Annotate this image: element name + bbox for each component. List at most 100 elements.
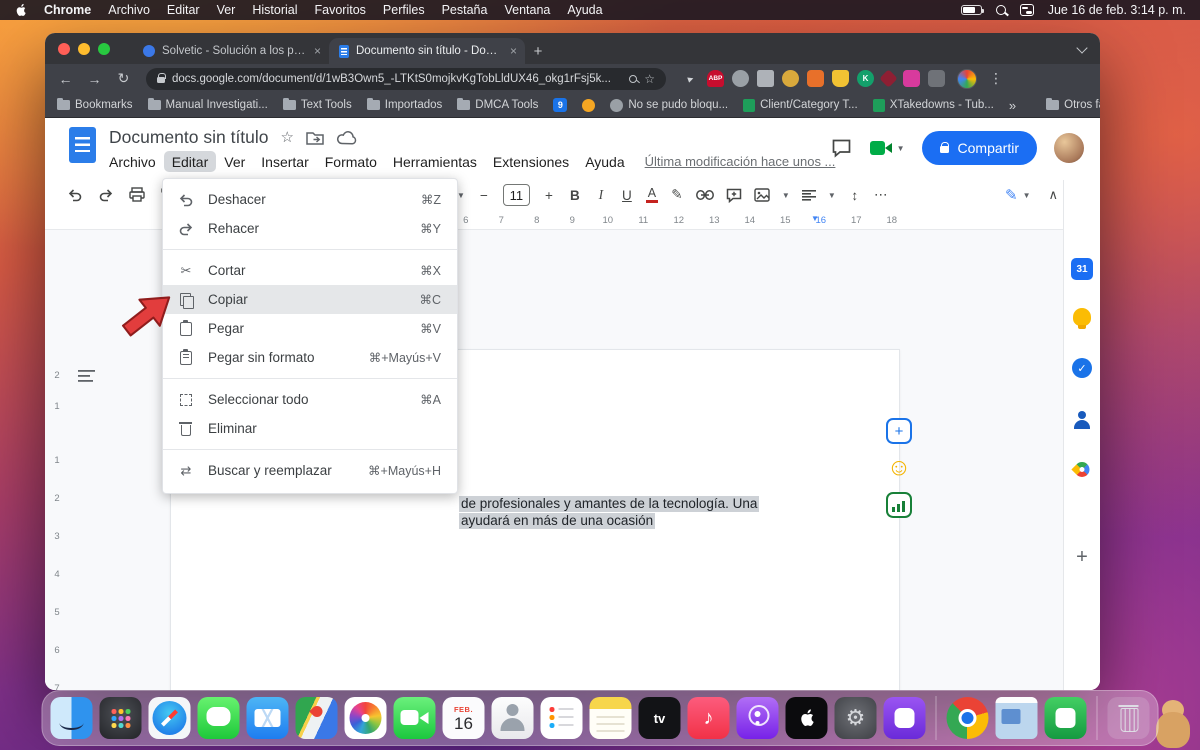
maps-panel-icon[interactable] <box>1071 458 1093 481</box>
document-title[interactable]: Documento sin título <box>109 127 269 148</box>
toolbar-more-button[interactable]: ⋯ <box>874 187 888 203</box>
close-window-button[interactable] <box>58 42 70 55</box>
menu-item-eliminar[interactable]: Eliminar <box>163 414 457 443</box>
dock-chrome[interactable] <box>946 697 989 739</box>
zoom-window-button[interactable] <box>98 42 110 55</box>
dock-messages[interactable] <box>197 697 240 739</box>
dock-photos[interactable] <box>344 697 387 739</box>
menubar-item-ventana[interactable]: Ventana <box>504 3 550 17</box>
dock-contacts[interactable] <box>491 697 534 739</box>
extension-icon[interactable] <box>879 69 898 88</box>
extension-shield-icon[interactable] <box>832 70 849 87</box>
menu-item-cortar[interactable]: ✂ Cortar ⌘X <box>163 256 457 285</box>
menubar-item-favoritos[interactable]: Favoritos <box>315 3 366 17</box>
bookmark-bookmarks[interactable]: Bookmarks <box>57 97 133 111</box>
menu-item-seleccionar-todo[interactable]: Seleccionar todo ⌘A <box>163 385 457 414</box>
menu-item-deshacer[interactable]: Deshacer ⌘Z <box>163 185 457 214</box>
contacts-panel-icon[interactable] <box>1072 410 1092 430</box>
docs-menu-herramientas[interactable]: Herramientas <box>385 151 485 172</box>
underline-button[interactable]: U <box>620 188 634 203</box>
insert-link-icon[interactable] <box>695 190 714 200</box>
address-bar[interactable]: docs.google.com/document/d/1wB3Own5_-LTK… <box>146 67 666 90</box>
back-button[interactable]: ← <box>53 66 78 91</box>
docs-profile-avatar[interactable] <box>1054 133 1084 163</box>
zoom-icon[interactable] <box>629 74 638 83</box>
menu-item-pegar[interactable]: Pegar ⌘V <box>163 314 457 343</box>
dock-minimized-window[interactable] <box>995 697 1038 739</box>
menubar-clock[interactable]: Jue 16 de feb. 3:14 p. m. <box>1048 3 1186 17</box>
calendar-panel-icon[interactable]: 31 <box>1071 258 1093 280</box>
extension-icon[interactable] <box>757 70 774 87</box>
docs-menu-insertar[interactable]: Insertar <box>253 151 316 172</box>
chevron-down-icon[interactable]: ▼ <box>828 191 836 200</box>
close-tab-icon[interactable]: × <box>510 44 517 58</box>
bookmark-honey[interactable] <box>582 98 596 112</box>
dock-reminders[interactable] <box>540 697 583 739</box>
minimize-window-button[interactable] <box>78 42 90 55</box>
dock-finder[interactable] <box>50 697 93 739</box>
line-spacing-icon[interactable]: ↕ <box>848 188 862 203</box>
bookmark-badge-9[interactable]: 9 <box>553 98 568 112</box>
hide-menus-chevron-icon[interactable]: ∧ <box>1048 187 1058 203</box>
ruler-indent-marker[interactable]: ▼ <box>811 214 819 223</box>
dock-safari[interactable] <box>148 697 191 739</box>
forward-button[interactable]: → <box>82 66 107 91</box>
menubar-app-name[interactable]: Chrome <box>44 3 91 17</box>
bookmark-text-tools[interactable]: Text Tools <box>282 97 352 111</box>
browser-menu-icon[interactable]: ⋮ <box>989 70 1003 87</box>
chevron-down-icon[interactable]: ▼ <box>782 191 790 200</box>
docs-menu-extensiones[interactable]: Extensiones <box>485 151 577 172</box>
extension-kaspersky-icon[interactable]: K <box>857 70 874 87</box>
menubar-item-archivo[interactable]: Archivo <box>108 3 150 17</box>
bookmarks-overflow-chevron[interactable]: » <box>1009 98 1016 113</box>
url-text[interactable]: docs.google.com/document/d/1wB3Own5_-LTK… <box>172 73 622 85</box>
extension-icon[interactable] <box>903 70 920 87</box>
reload-button[interactable]: ↻ <box>111 66 136 91</box>
highlight-color-icon[interactable]: ✎ <box>670 187 684 203</box>
dock-apple-tv[interactable]: tv <box>638 697 681 739</box>
menu-item-buscar-y-reemplazar[interactable]: ⇄ Buscar y reemplazar ⌘+Mayús+H <box>163 456 457 485</box>
menubar-item-pestana[interactable]: Pestaña <box>442 3 488 17</box>
bookmark-dmca-tools[interactable]: DMCA Tools <box>457 97 538 111</box>
dock-facetime[interactable] <box>393 697 436 739</box>
comment-history-icon[interactable] <box>831 138 852 158</box>
move-folder-icon[interactable] <box>306 131 324 145</box>
docs-menu-formato[interactable]: Formato <box>317 151 385 172</box>
tab-search-chevron-icon[interactable] <box>1077 44 1086 53</box>
suggest-chart-button[interactable] <box>886 492 912 518</box>
share-button[interactable]: Compartir <box>921 131 1037 165</box>
dock-maps[interactable] <box>295 697 338 739</box>
bookmark-manual[interactable]: Manual Investigati... <box>147 97 268 111</box>
undo-icon[interactable] <box>67 187 83 202</box>
bookmark-client-category[interactable]: Client/Category T... <box>743 98 858 112</box>
docs-menu-ayuda[interactable]: Ayuda <box>577 151 632 172</box>
extension-adblock-icon[interactable]: ABP <box>707 70 724 87</box>
menubar-item-historial[interactable]: Historial <box>252 3 297 17</box>
battery-icon[interactable] <box>960 5 984 15</box>
extension-icon[interactable] <box>732 70 749 87</box>
keep-panel-icon[interactable] <box>1073 308 1091 329</box>
menu-item-copiar[interactable]: Copiar ⌘C <box>163 285 457 314</box>
spotlight-icon[interactable] <box>995 5 1006 15</box>
menubar-item-ayuda[interactable]: Ayuda <box>567 3 602 17</box>
dock-apple-store[interactable] <box>785 697 828 739</box>
dock-green-app[interactable] <box>1044 697 1087 739</box>
meet-button[interactable]: ▼ <box>869 139 905 157</box>
font-size-input[interactable]: 11 <box>502 184 530 206</box>
menubar-item-perfiles[interactable]: Perfiles <box>383 3 425 17</box>
italic-button[interactable]: I <box>594 187 608 203</box>
document-outline-icon[interactable] <box>78 370 95 383</box>
editing-mode-button[interactable]: ✎ ▼ <box>1005 186 1031 204</box>
bookmark-star-icon[interactable]: ☆ <box>644 72 655 86</box>
insert-image-icon[interactable] <box>754 188 770 202</box>
styles-chevron-icon[interactable]: ▼ <box>457 191 465 200</box>
dock-notes[interactable] <box>589 697 632 739</box>
apple-menu-icon[interactable] <box>14 3 27 18</box>
extension-pointer-icon[interactable]: ▸ <box>680 68 702 90</box>
extension-icon[interactable] <box>807 70 824 87</box>
dock-calendar[interactable]: FEB. 16 <box>442 697 485 739</box>
dock-music[interactable]: ♪ <box>687 697 730 739</box>
star-icon[interactable]: ☆ <box>281 130 294 145</box>
bookmark-importados[interactable]: Importados <box>366 97 442 111</box>
add-addon-button[interactable]: + <box>1076 546 1088 569</box>
